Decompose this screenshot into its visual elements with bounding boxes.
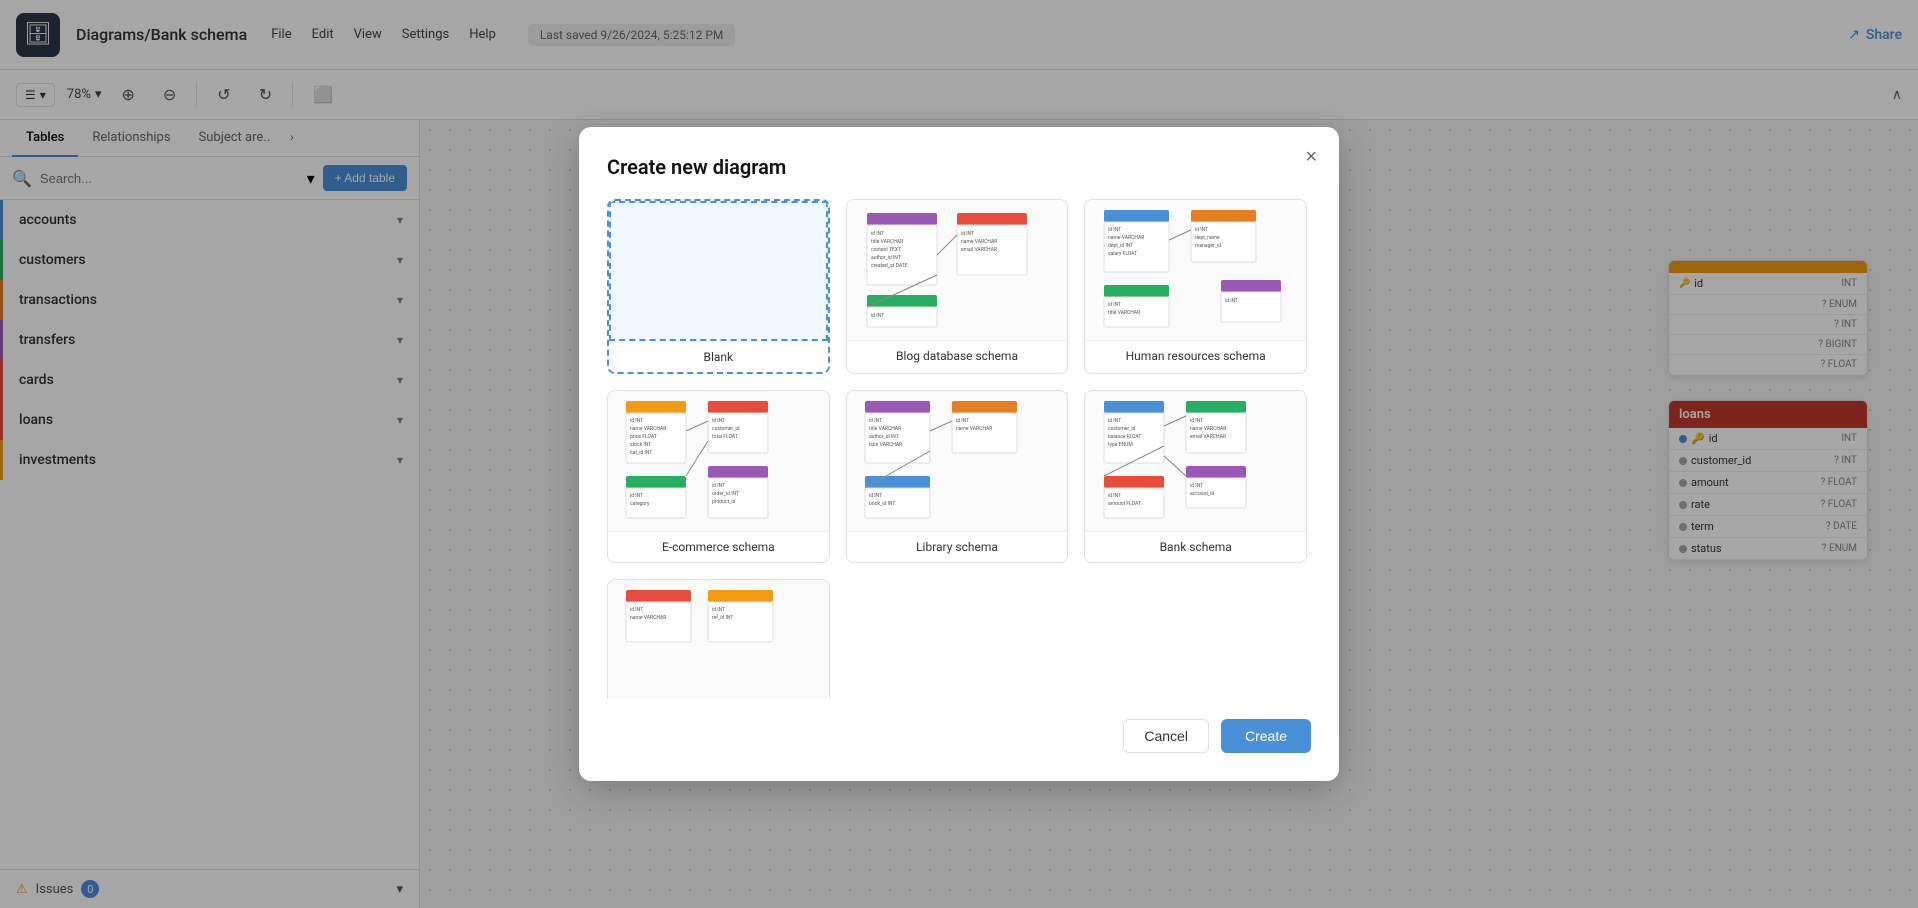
svg-text:id INT: id INT [1108, 493, 1121, 499]
diagram-label-blog: Blog database schema [847, 340, 1068, 371]
diagram-preview-partial: id INT name VARCHAR id INT ref_id INT [608, 580, 829, 699]
svg-text:email VARCHAR: email VARCHAR [1190, 434, 1226, 440]
modal-title: Create new diagram [607, 155, 1311, 179]
svg-text:author_id INT: author_id INT [869, 434, 899, 440]
diagram-grid: Blank id INT title VARCHAR content TEXT … [607, 199, 1311, 699]
svg-text:salary FLOAT: salary FLOAT [1108, 251, 1137, 257]
svg-text:book_id INT: book_id INT [869, 501, 895, 507]
cancel-button[interactable]: Cancel [1123, 719, 1209, 753]
diagram-label-bank: Bank schema [1085, 531, 1306, 562]
svg-text:id INT: id INT [1108, 302, 1121, 308]
svg-text:id INT: id INT [1225, 298, 1238, 304]
create-button[interactable]: Create [1221, 719, 1311, 753]
diagram-preview-library: id INT title VARCHAR author_id INT isbn … [847, 391, 1068, 531]
diagram-label-ecommerce: E-commerce schema [608, 531, 829, 562]
svg-text:name VARCHAR: name VARCHAR [956, 426, 992, 432]
modal-close-button[interactable]: × [1305, 147, 1317, 167]
svg-text:id INT: id INT [1195, 227, 1208, 233]
svg-text:id INT: id INT [712, 483, 725, 489]
svg-text:name VARCHAR: name VARCHAR [630, 615, 666, 621]
create-diagram-modal: Create new diagram × Blank id INT title … [579, 127, 1339, 781]
modal-backdrop: Create new diagram × Blank id INT title … [0, 0, 1918, 908]
svg-text:id INT: id INT [869, 493, 882, 499]
svg-text:name VARCHAR: name VARCHAR [1108, 235, 1144, 241]
svg-text:id INT: id INT [630, 493, 643, 499]
modal-footer: Cancel Create [607, 719, 1311, 753]
svg-text:product_id: product_id [712, 499, 736, 505]
diagram-preview-bank: id INT customer_id balance FLOAT type EN… [1085, 391, 1306, 531]
svg-text:id INT: id INT [1190, 483, 1203, 489]
svg-text:stock INT: stock INT [630, 442, 651, 448]
svg-text:customer_id: customer_id [712, 426, 740, 432]
svg-text:author_id INT: author_id INT [871, 255, 901, 261]
svg-text:id INT: id INT [630, 418, 643, 424]
svg-text:title VARCHAR: title VARCHAR [871, 239, 903, 245]
svg-text:isbn VARCHAR: isbn VARCHAR [869, 442, 902, 448]
svg-text:balance FLOAT: balance FLOAT [1108, 434, 1141, 440]
svg-text:id INT: id INT [871, 231, 884, 237]
diagram-preview-ecommerce: id INT name VARCHAR price FLOAT stock IN… [608, 391, 829, 531]
svg-text:order_id INT: order_id INT [712, 491, 739, 497]
diagram-option-hr[interactable]: id INT name VARCHAR dept_id INT salary F… [1084, 199, 1307, 374]
svg-text:id INT: id INT [869, 418, 882, 424]
svg-text:account_id: account_id [1190, 491, 1214, 497]
svg-text:id INT: id INT [961, 231, 974, 237]
svg-text:title VARCHAR: title VARCHAR [869, 426, 901, 432]
svg-text:ref_id INT: ref_id INT [712, 614, 733, 621]
diagram-option-bank[interactable]: id INT customer_id balance FLOAT type EN… [1084, 390, 1307, 563]
svg-text:name VARCHAR: name VARCHAR [961, 239, 997, 245]
diagram-label-blank: Blank [609, 341, 828, 372]
svg-text:type ENUM: type ENUM [1108, 442, 1133, 448]
svg-text:email VARCHAR: email VARCHAR [961, 247, 997, 253]
diagram-option-blank[interactable]: Blank [607, 199, 830, 374]
svg-text:id INT: id INT [712, 418, 725, 424]
svg-text:title VARCHAR: title VARCHAR [1108, 310, 1140, 316]
svg-text:id INT: id INT [956, 418, 969, 424]
svg-text:dept_id INT: dept_id INT [1108, 243, 1133, 249]
svg-text:id INT: id INT [1108, 418, 1121, 424]
diagram-label-hr: Human resources schema [1085, 340, 1306, 371]
diagram-label-library: Library schema [847, 531, 1068, 562]
svg-text:id INT: id INT [871, 313, 884, 319]
diagram-option-partial[interactable]: id INT name VARCHAR id INT ref_id INT [607, 579, 830, 699]
svg-text:dept_name: dept_name [1195, 235, 1220, 241]
diagram-preview-hr: id INT name VARCHAR dept_id INT salary F… [1085, 200, 1306, 340]
svg-text:id INT: id INT [1108, 227, 1121, 233]
svg-text:price FLOAT: price FLOAT [630, 434, 657, 440]
svg-text:category: category [630, 501, 650, 507]
svg-text:name VARCHAR: name VARCHAR [630, 426, 666, 432]
svg-text:total FLOAT: total FLOAT [712, 434, 738, 440]
diagram-preview-blog: id INT title VARCHAR content TEXT author… [847, 200, 1068, 340]
svg-text:customer_id: customer_id [1108, 426, 1136, 432]
svg-text:id INT: id INT [712, 607, 725, 613]
svg-text:manager_id: manager_id [1195, 243, 1221, 249]
diagram-option-ecommerce[interactable]: id INT name VARCHAR price FLOAT stock IN… [607, 390, 830, 563]
svg-text:created_at DATE: created_at DATE [871, 263, 908, 269]
svg-text:cat_id INT: cat_id INT [630, 450, 652, 456]
diagram-preview-blank [609, 201, 828, 341]
diagram-option-blog[interactable]: id INT title VARCHAR content TEXT author… [846, 199, 1069, 374]
svg-text:content TEXT: content TEXT [871, 247, 901, 253]
svg-text:name VARCHAR: name VARCHAR [1190, 426, 1226, 432]
svg-text:id INT: id INT [1190, 418, 1203, 424]
svg-text:amount FLOAT: amount FLOAT [1108, 501, 1141, 507]
svg-text:id INT: id INT [630, 607, 643, 613]
diagram-option-library[interactable]: id INT title VARCHAR author_id INT isbn … [846, 390, 1069, 563]
